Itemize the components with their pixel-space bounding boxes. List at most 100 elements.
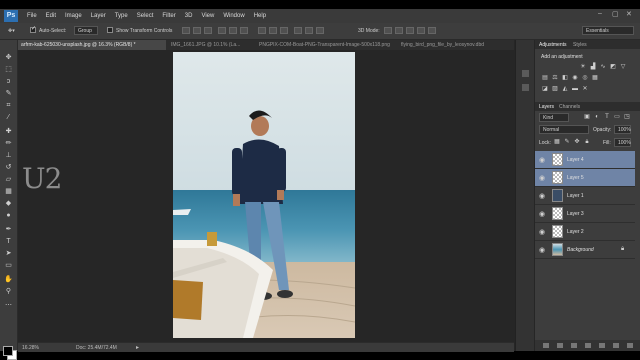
invert-icon[interactable]: ◪	[541, 86, 549, 93]
link-layers-icon[interactable]	[543, 343, 549, 348]
3d-slide-icon[interactable]	[417, 27, 425, 34]
distribute-right-icon[interactable]	[316, 27, 324, 34]
type-tool-icon[interactable]: T	[4, 238, 13, 245]
lock-transparent-icon[interactable]: ▦	[553, 139, 561, 146]
selective-color-icon[interactable]: ✕	[581, 86, 589, 93]
distribute-left-icon[interactable]	[294, 27, 302, 34]
menu-3d[interactable]: 3D	[185, 13, 193, 19]
lock-all-icon[interactable]: 🔒︎	[583, 139, 591, 146]
layer-kind-filter[interactable]: Kind	[539, 113, 569, 122]
3d-roll-icon[interactable]	[395, 27, 403, 34]
tab-styles[interactable]: Styles	[573, 42, 587, 48]
menu-layer[interactable]: Layer	[91, 13, 106, 19]
maximize-button[interactable]: ▢	[612, 10, 619, 18]
tab-document-1[interactable]: arfrm-kab-625030-unsplash.jpg @ 16.3% (R…	[18, 40, 166, 50]
visibility-eye-icon[interactable]: ◉	[539, 228, 545, 236]
visibility-eye-icon[interactable]: ◉	[539, 174, 545, 182]
eyedropper-tool-icon[interactable]: ⁄	[4, 114, 13, 121]
shape-tool-icon[interactable]: ▭	[4, 262, 13, 269]
auto-select-checkbox[interactable]	[30, 25, 36, 33]
new-layer-icon[interactable]	[613, 343, 619, 348]
exposure-icon[interactable]: ◩	[609, 64, 617, 71]
menu-select[interactable]: Select	[137, 13, 154, 19]
marquee-tool-icon[interactable]: ⬚	[4, 66, 13, 73]
hue-saturation-icon[interactable]: ▤	[541, 75, 549, 82]
tab-channels[interactable]: Channels	[559, 104, 580, 110]
3d-drag-icon[interactable]	[406, 27, 414, 34]
3d-scale-icon[interactable]	[428, 27, 436, 34]
move-tool-icon[interactable]: ✥	[4, 54, 13, 61]
distribute-top-icon[interactable]	[258, 27, 266, 34]
photo-filter-icon[interactable]: ◉	[571, 75, 579, 82]
menu-help[interactable]: Help	[254, 13, 266, 19]
threshold-icon[interactable]: ◭	[561, 86, 569, 93]
tab-document-3[interactable]: PNGPIX-COM-Boat-PNG-Transparent-Image-50…	[256, 40, 396, 50]
layer-name[interactable]: Layer 2	[567, 229, 584, 235]
quick-select-tool-icon[interactable]: ✎	[4, 90, 13, 97]
brightness-icon[interactable]: ☀	[579, 64, 587, 71]
lock-pixels-icon[interactable]: ✎	[563, 139, 571, 146]
filter-type-icon[interactable]: T	[603, 114, 611, 121]
lasso-tool-icon[interactable]: ↄ	[4, 78, 13, 85]
delete-layer-icon[interactable]	[627, 343, 633, 348]
doc-size[interactable]: Doc: 25.4M/72.4M	[76, 345, 117, 351]
layer-name[interactable]: Layer 3	[567, 211, 584, 217]
lock-position-icon[interactable]: ✥	[573, 139, 581, 146]
history-panel-icon[interactable]	[522, 70, 529, 77]
layer-row[interactable]: ◉ Layer 1	[535, 187, 635, 205]
align-left-icon[interactable]	[218, 27, 226, 34]
menu-filter[interactable]: Filter	[162, 13, 175, 19]
properties-panel-icon[interactable]	[522, 84, 529, 91]
blur-tool-icon[interactable]: ◆	[4, 200, 13, 207]
status-menu-arrow-icon[interactable]: ▸	[136, 344, 139, 351]
filter-shape-icon[interactable]: ▭	[613, 114, 621, 121]
layer-name[interactable]: Background	[567, 247, 594, 253]
gradient-map-icon[interactable]: ▬	[571, 86, 579, 93]
tab-document-2[interactable]: IMG_1661.JPG @ 10.1% (La...	[168, 40, 254, 50]
new-group-icon[interactable]	[599, 343, 605, 348]
layer-style-icon[interactable]	[557, 343, 563, 348]
zoom-tool-icon[interactable]: ⚲	[4, 288, 13, 295]
pen-tool-icon[interactable]: ✒	[4, 226, 13, 233]
fill-input[interactable]: 100%	[614, 138, 631, 147]
move-tool-icon[interactable]: ✥▾	[8, 28, 15, 34]
align-top-icon[interactable]	[182, 27, 190, 34]
tab-layers[interactable]: Layers	[539, 104, 554, 110]
visibility-eye-icon[interactable]: ◉	[539, 210, 545, 218]
align-middle-icon[interactable]	[193, 27, 201, 34]
foreground-color-swatch[interactable]	[3, 346, 13, 356]
path-select-tool-icon[interactable]: ➤	[4, 250, 13, 257]
dodge-tool-icon[interactable]: ●	[4, 212, 13, 219]
distribute-bottom-icon[interactable]	[280, 27, 288, 34]
filter-smart-object-icon[interactable]: ◳	[623, 114, 631, 121]
healing-brush-tool-icon[interactable]: ✚	[4, 128, 13, 135]
layer-row[interactable]: ◉ Layer 2	[535, 223, 635, 241]
layer-row[interactable]: ◉ Layer 5	[535, 169, 635, 187]
menu-file[interactable]: File	[27, 13, 37, 19]
hand-tool-icon[interactable]: ✋	[4, 276, 13, 283]
document-canvas[interactable]	[173, 52, 355, 338]
color-lookup-icon[interactable]: ▦	[591, 75, 599, 82]
curves-icon[interactable]: ∿	[599, 64, 607, 71]
black-white-icon[interactable]: ◧	[561, 75, 569, 82]
color-balance-icon[interactable]: ⚖	[551, 75, 559, 82]
filter-pixel-icon[interactable]: ▣	[583, 114, 591, 121]
layer-name[interactable]: Layer 5	[567, 175, 584, 181]
posterize-icon[interactable]: ▨	[551, 86, 559, 93]
menu-view[interactable]: View	[201, 13, 214, 19]
visibility-eye-icon[interactable]: ◉	[539, 156, 545, 164]
layer-name[interactable]: Layer 1	[567, 193, 584, 199]
close-button[interactable]: ✕	[626, 10, 632, 18]
vibrance-icon[interactable]: ▽	[619, 64, 627, 71]
layer-row[interactable]: ◉ Layer 3	[535, 205, 635, 223]
clone-stamp-tool-icon[interactable]: ⊥	[4, 152, 13, 159]
menu-edit[interactable]: Edit	[46, 13, 56, 19]
channel-mixer-icon[interactable]: ◎	[581, 75, 589, 82]
filter-adjustment-icon[interactable]: ◐	[593, 114, 601, 121]
levels-icon[interactable]: ▟	[589, 64, 597, 71]
more-tools-icon[interactable]: ⋯	[4, 302, 13, 309]
zoom-level[interactable]: 16.28%	[22, 345, 39, 351]
new-adjustment-icon[interactable]	[585, 343, 591, 348]
history-brush-tool-icon[interactable]: ↺	[4, 164, 13, 171]
distribute-center-icon[interactable]	[305, 27, 313, 34]
